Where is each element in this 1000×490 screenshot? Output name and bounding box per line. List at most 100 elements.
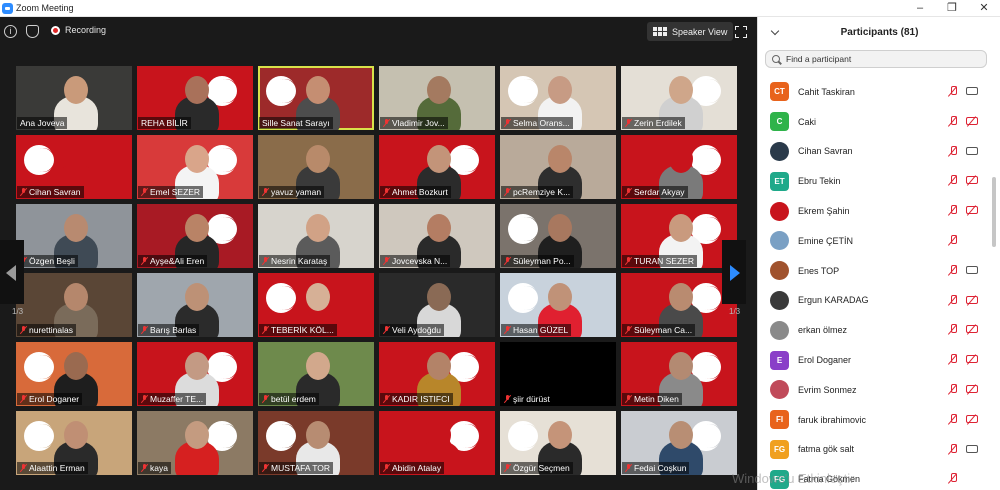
video-tile[interactable]: Ahmet Bozkurt xyxy=(379,135,495,199)
participant-search-input[interactable]: Find a participant xyxy=(765,50,987,68)
video-tile[interactable]: yavuz yaman xyxy=(258,135,374,199)
mic-muted-icon xyxy=(504,395,511,403)
participant-row[interactable]: CT Cahit Taskiran xyxy=(758,77,990,107)
info-icon[interactable]: i xyxy=(4,25,17,38)
next-page-button[interactable] xyxy=(722,240,746,304)
video-tile[interactable]: Fedai Coşkun xyxy=(621,411,737,475)
participant-scrollbar[interactable] xyxy=(991,77,997,490)
participant-row[interactable]: E Erol Doganer xyxy=(758,345,990,375)
video-tile[interactable]: pcRemziye K... xyxy=(500,135,616,199)
video-tile[interactable]: Veli Aydoğdu xyxy=(379,273,495,337)
video-tile[interactable]: Erol Doganer xyxy=(16,342,132,406)
flag-crescent-icon xyxy=(508,421,539,451)
video-tile[interactable]: Muzaffer TE... xyxy=(137,342,253,406)
tile-name-label: Alaattin Erman xyxy=(17,462,88,474)
mic-muted-icon xyxy=(383,326,390,334)
video-tile[interactable]: Vladimir Jov... xyxy=(379,66,495,130)
tile-name-label: Ayşe&Ali Eren xyxy=(138,255,208,267)
tile-name-label: Cihan Savran xyxy=(17,186,84,198)
mic-muted-icon xyxy=(141,188,148,196)
video-tile[interactable]: Nesrin Karataş xyxy=(258,204,374,268)
participant-row[interactable]: Ekrem Şahin xyxy=(758,196,990,226)
video-tile[interactable]: KADIR ISTIFCI xyxy=(379,342,495,406)
video-tile[interactable]: Özgür Seçmen xyxy=(500,411,616,475)
close-button[interactable]: ✕ xyxy=(968,0,1000,17)
video-tile[interactable]: Süleyman Po... xyxy=(500,204,616,268)
restore-button[interactable]: ❐ xyxy=(936,0,968,17)
recording-label: Recording xyxy=(65,25,107,35)
participant-name: TEBERİK KÖL... xyxy=(271,325,334,335)
camera-icon xyxy=(966,87,978,95)
participant-name: REHA BİLİR xyxy=(141,118,188,128)
mic-muted-icon xyxy=(20,326,27,334)
participant-row[interactable]: Cihan Savran xyxy=(758,137,990,167)
meeting-area: i Recording Speaker View Ana Joveva REHA … xyxy=(0,17,757,490)
participant-name: Veli Aydoğdu xyxy=(392,325,441,335)
participant-name: TURAN SEZER xyxy=(634,256,694,266)
participant-name: Serdar Akyay xyxy=(634,187,685,197)
video-tile[interactable]: Jovcevska N... xyxy=(379,204,495,268)
video-tile[interactable]: Sille Sanat Sarayı xyxy=(258,66,374,130)
video-tile[interactable]: kaya xyxy=(137,411,253,475)
video-tile[interactable]: Abidin Atalay xyxy=(379,411,495,475)
participant-row[interactable]: erkan ölmez xyxy=(758,315,990,345)
mic-muted-icon xyxy=(948,383,958,395)
video-tile[interactable]: Cihan Savran xyxy=(16,135,132,199)
tile-name-label: TURAN SEZER xyxy=(622,255,697,267)
video-tile[interactable]: Serdar Akyay xyxy=(621,135,737,199)
participant-row[interactable]: Ergun KARADAG xyxy=(758,286,990,316)
video-tile[interactable]: şiir dürüst xyxy=(500,342,616,406)
mic-muted-icon xyxy=(20,188,27,196)
participant-name: Ahmet Bozkurt xyxy=(392,187,448,197)
video-tile[interactable]: Zerin Erdilek xyxy=(621,66,737,130)
video-tile[interactable]: Hasan GÜZEL xyxy=(500,273,616,337)
participant-name: Ana Joveva xyxy=(20,118,65,128)
participant-name: Nesrin Karataş xyxy=(271,256,328,266)
video-tile[interactable]: TURAN SEZER xyxy=(621,204,737,268)
scrollbar-thumb[interactable] xyxy=(992,177,996,247)
participant-name: MUSTAFA TOR xyxy=(271,463,331,473)
participant-row[interactable]: Emine ÇETİN xyxy=(758,226,990,256)
video-tile[interactable]: Ana Joveva xyxy=(16,66,132,130)
video-tile[interactable]: MUSTAFA TOR xyxy=(258,411,374,475)
video-tile[interactable]: Selma Orans... xyxy=(500,66,616,130)
video-tile[interactable]: Süleyman Ca... xyxy=(621,273,737,337)
video-tile[interactable]: Metin Diken xyxy=(621,342,737,406)
previous-page-button[interactable] xyxy=(0,240,24,304)
video-tile[interactable]: REHA BİLİR xyxy=(137,66,253,130)
tile-name-label: Metin Diken xyxy=(622,393,682,405)
camera-off-icon xyxy=(966,414,978,423)
video-tile[interactable]: Emel SEZER xyxy=(137,135,253,199)
mic-muted-icon xyxy=(625,326,632,334)
participant-row[interactable]: C Caki xyxy=(758,107,990,137)
minimize-button[interactable]: – xyxy=(904,0,936,17)
video-tile[interactable]: TEBERİK KÖL... xyxy=(258,273,374,337)
video-tile[interactable]: betül erdem xyxy=(258,342,374,406)
participant-row[interactable]: FG fatma gök salt xyxy=(758,435,990,465)
video-tile[interactable]: Ayşe&Ali Eren xyxy=(137,204,253,268)
participant-status-icons xyxy=(948,383,978,395)
participant-row[interactable]: Evrim Sonmez xyxy=(758,375,990,405)
flag-crescent-icon xyxy=(266,76,297,106)
participant-row[interactable]: FI faruk ibrahimovic xyxy=(758,405,990,435)
flag-crescent-icon xyxy=(24,421,55,451)
participant-row[interactable]: ET Ebru Tekin xyxy=(758,166,990,196)
avatar xyxy=(770,201,789,221)
tile-name-label: Barış Barlas xyxy=(138,324,200,336)
video-tile[interactable]: nurettinalas xyxy=(16,273,132,337)
video-tile[interactable]: Alaattin Erman xyxy=(16,411,132,475)
shield-icon[interactable] xyxy=(26,25,39,38)
participant-name: Caki xyxy=(798,116,817,127)
tile-name-label: Erol Doganer xyxy=(17,393,83,405)
video-tile[interactable]: Barış Barlas xyxy=(137,273,253,337)
participant-row[interactable]: Enes TOP xyxy=(758,256,990,286)
fullscreen-icon[interactable] xyxy=(735,26,747,38)
participant-name: Cihan Savran xyxy=(29,187,81,197)
mic-muted-icon xyxy=(948,473,958,484)
participant-video xyxy=(175,421,219,475)
participant-name: şiir dürüst xyxy=(513,394,550,404)
mic-muted-icon xyxy=(141,326,148,334)
speaker-view-button[interactable]: Speaker View xyxy=(647,22,734,41)
video-tile[interactable]: Özgen Beşli xyxy=(16,204,132,268)
participant-name: Cihan Savran xyxy=(798,146,853,157)
